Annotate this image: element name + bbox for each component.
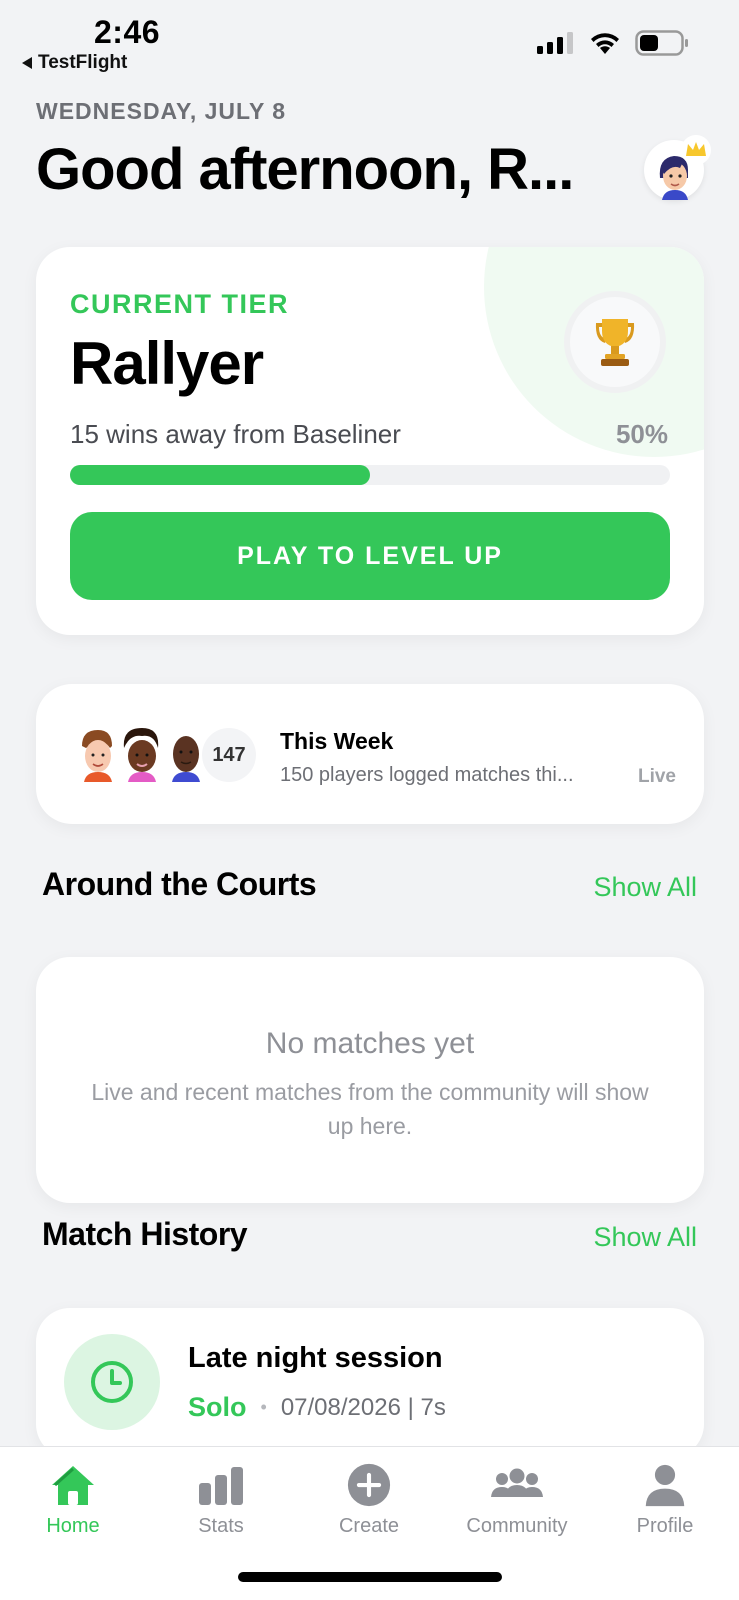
separator-dot: •: [260, 1397, 267, 1417]
tier-name: Rallyer: [70, 330, 264, 397]
tab-community[interactable]: Community: [447, 1463, 587, 1538]
tab-community-label: Community: [466, 1515, 568, 1537]
tab-home[interactable]: Home: [3, 1463, 143, 1538]
match-date-duration: 07/08/2026 | 7s: [280, 1393, 446, 1421]
tab-profile-label: Profile: [636, 1515, 694, 1537]
around-courts-title: Around the Courts: [42, 866, 317, 902]
back-app-label: TestFlight: [38, 52, 128, 73]
player-avatar-icon: [123, 728, 159, 782]
back-arrow-icon: [22, 57, 32, 69]
people-icon: [491, 1468, 543, 1497]
battery-icon: [635, 30, 688, 56]
current-date: WEDNESDAY, JULY 8: [36, 98, 287, 124]
this-week-card[interactable]: 147 This Week 150 players logged matches…: [36, 684, 704, 824]
status-time: 2:46: [94, 14, 161, 50]
match-history-show-all-link[interactable]: Show All: [593, 1222, 697, 1253]
tab-home-label: Home: [46, 1515, 100, 1537]
this-week-title: This Week: [280, 728, 394, 754]
play-to-level-up-button[interactable]: PLAY TO LEVEL UP: [70, 512, 670, 600]
empty-state-title: No matches yet: [265, 1027, 475, 1060]
match-mode: Solo: [188, 1392, 247, 1422]
plus-circle-icon: [347, 1463, 391, 1507]
tab-profile[interactable]: Profile: [595, 1463, 735, 1538]
status-bar: 2:46 TestFlight: [0, 0, 739, 80]
live-badge: Live: [637, 766, 676, 787]
crown-icon: [681, 135, 711, 165]
trophy-badge: [564, 291, 666, 393]
signal-icon: [537, 32, 573, 54]
tab-create-label: Create: [338, 1515, 400, 1537]
greeting-title: Good afternoon, R...: [36, 137, 574, 202]
status-icons: [537, 30, 689, 56]
player-avatar-icon: [82, 730, 112, 782]
player-count-badge: 147: [202, 728, 256, 782]
tier-progress-bar: [70, 465, 670, 485]
home-indicator: [238, 1572, 502, 1582]
empty-state-subtitle: Live and recent matches from the communi…: [91, 1079, 649, 1139]
match-icon-badge: [64, 1334, 160, 1430]
current-tier-card: CURRENT TIER Rallyer 15 wins away from B…: [36, 247, 704, 635]
tier-progress-text: 15 wins away from Baseliner: [70, 419, 401, 449]
around-courts-card: No matches yet Live and recent matches f…: [36, 957, 704, 1203]
wifi-icon: [591, 33, 619, 54]
back-to-app-button[interactable]: TestFlight: [22, 52, 127, 74]
this-week-subtitle: 150 players logged matches thi...: [280, 764, 574, 786]
tier-label: CURRENT TIER: [70, 289, 289, 319]
around-courts-show-all-link[interactable]: Show All: [593, 872, 697, 903]
tab-stats-label: Stats: [198, 1515, 244, 1537]
clock-icon: [91, 1361, 133, 1403]
match-history-item[interactable]: Late night session Solo • 07/08/2026 | 7…: [36, 1308, 704, 1458]
tier-progress-percent: 50%: [615, 419, 668, 449]
person-icon: [645, 1464, 685, 1507]
tier-progress-fill: [70, 465, 370, 485]
match-title: Late night session: [188, 1342, 443, 1374]
match-history-title: Match History: [42, 1216, 248, 1252]
bar-chart-icon: [199, 1467, 243, 1505]
home-icon: [52, 1466, 94, 1505]
trophy-icon: [595, 319, 635, 366]
tab-create[interactable]: Create: [299, 1463, 439, 1538]
match-meta: Solo • 07/08/2026 | 7s: [188, 1392, 446, 1423]
player-count: 147: [212, 743, 246, 766]
tab-stats[interactable]: Stats: [151, 1463, 291, 1538]
